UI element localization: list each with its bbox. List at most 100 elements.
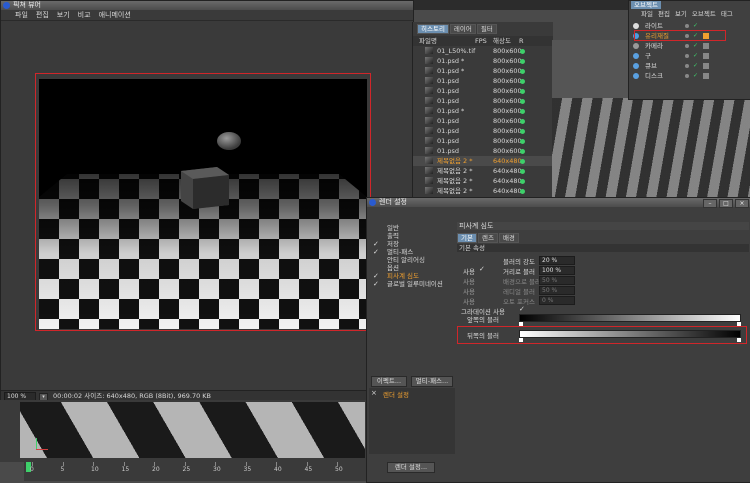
blur-strength-field[interactable]: 20 % bbox=[539, 256, 575, 265]
tab-history[interactable]: 히스토리 bbox=[417, 24, 449, 34]
om-menu-object[interactable]: 오브젝트 bbox=[692, 10, 716, 19]
om-menu-edit[interactable]: 편집 bbox=[658, 10, 670, 19]
history-resolution: 800x600 bbox=[493, 137, 522, 145]
om-menu-view[interactable]: 보기 bbox=[675, 10, 687, 19]
auto-focus-field[interactable]: 0 % bbox=[539, 296, 575, 305]
render-settings-app-icon bbox=[369, 199, 376, 206]
visibility-dot-icon[interactable] bbox=[685, 24, 689, 28]
subtab-lens[interactable]: 렌즈 bbox=[477, 233, 498, 243]
tag-icon[interactable] bbox=[703, 73, 709, 79]
minimize-icon[interactable]: – bbox=[703, 199, 717, 208]
thumbnail bbox=[425, 47, 433, 54]
history-row[interactable]: 제목없음 2 * 640x480 bbox=[413, 186, 553, 196]
history-filename: 01.psd bbox=[437, 97, 459, 105]
use-checkbox-1[interactable]: ✓ bbox=[479, 265, 485, 273]
tag-icon[interactable] bbox=[703, 43, 709, 49]
thumbnail bbox=[425, 107, 433, 114]
status-dot-icon bbox=[520, 59, 525, 64]
gradient-checkbox[interactable]: ✓ bbox=[519, 305, 525, 313]
visibility-dot-icon[interactable] bbox=[685, 54, 689, 58]
visibility-dot-icon[interactable] bbox=[685, 74, 689, 78]
history-row[interactable]: 01.psd 800x600 bbox=[413, 146, 553, 156]
multipass-button[interactable]: 멀티-패스... bbox=[411, 376, 453, 387]
effect-button[interactable]: 이펙트... bbox=[371, 376, 407, 387]
history-row[interactable]: 01.psd 800x600 bbox=[413, 116, 553, 126]
render-settings-titlebar[interactable]: 렌더 설정 – □ × bbox=[367, 198, 750, 208]
history-row[interactable]: 01.psd 800x600 bbox=[413, 96, 553, 106]
tag-icon[interactable] bbox=[703, 63, 709, 69]
radial-blur-field[interactable]: 50 % bbox=[539, 286, 575, 295]
subtab-basic[interactable]: 기본 bbox=[457, 233, 477, 243]
nav-item[interactable]: 저장 bbox=[387, 240, 399, 248]
nav-item[interactable]: 멀티-패스 bbox=[387, 248, 413, 256]
menu-edit[interactable]: 편집 bbox=[36, 10, 49, 20]
object-item[interactable]: 큐브 ✓ bbox=[629, 61, 750, 71]
visibility-dot-icon[interactable] bbox=[685, 44, 689, 48]
nav-check-icon[interactable]: ✓ bbox=[373, 240, 379, 248]
nav-item[interactable]: 일반 bbox=[387, 224, 399, 232]
object-item[interactable]: 구 ✓ bbox=[629, 51, 750, 61]
menu-animation[interactable]: 애니메이션 bbox=[99, 10, 131, 20]
nav-check-icon[interactable]: ✓ bbox=[373, 248, 379, 256]
check-icon[interactable]: ✓ bbox=[693, 51, 698, 61]
col-filename: 파일명 bbox=[419, 37, 437, 45]
history-resolution: 800x600 bbox=[493, 67, 522, 75]
check-icon[interactable]: ✓ bbox=[693, 71, 698, 81]
subtab-background[interactable]: 배경 bbox=[498, 233, 519, 243]
tab-filter[interactable]: 필터 bbox=[476, 24, 497, 34]
render-settings-tree: × 렌더 설정 bbox=[369, 388, 455, 454]
history-row[interactable]: 01.psd * 800x600 bbox=[413, 56, 553, 66]
history-row[interactable]: 01.psd 800x600 bbox=[413, 76, 553, 86]
history-row[interactable]: 01.psd * 800x600 bbox=[413, 66, 553, 76]
history-resolution: 800x600 bbox=[493, 47, 522, 55]
distance-blur-field[interactable]: 100 % bbox=[539, 266, 575, 275]
nav-item[interactable]: 옵션 bbox=[387, 264, 399, 272]
history-resolution: 640x480 bbox=[493, 157, 522, 165]
close-icon[interactable]: × bbox=[735, 199, 749, 208]
nav-item[interactable]: 글로벌 일루미네이션 bbox=[387, 280, 443, 288]
timeline-tick-label: 30 bbox=[213, 466, 221, 473]
tag-icon[interactable] bbox=[703, 53, 709, 59]
thumbnail bbox=[425, 97, 433, 104]
front-blur-gradient[interactable] bbox=[519, 314, 741, 322]
editor-viewport-floor bbox=[552, 98, 750, 200]
history-row[interactable]: 제목없음 2 * 640x480 bbox=[413, 166, 553, 176]
object-item[interactable]: 카메라 ✓ bbox=[629, 41, 750, 51]
tree-item-render-settings[interactable]: 렌더 설정 bbox=[383, 389, 409, 399]
history-filename: 01.psd bbox=[437, 117, 459, 125]
history-row[interactable]: 01_L50%.tif 800x600 bbox=[413, 46, 553, 56]
object-item[interactable]: 디스크 ✓ bbox=[629, 71, 750, 81]
tab-layers[interactable]: 레이어 bbox=[449, 24, 476, 34]
om-menu-tag[interactable]: 태그 bbox=[721, 10, 733, 19]
menu-compare[interactable]: 비교 bbox=[78, 10, 91, 20]
history-row[interactable]: 01.psd 800x600 bbox=[413, 136, 553, 146]
picture-viewer-titlebar[interactable]: 픽쳐 뷰어 bbox=[1, 1, 413, 10]
history-resolution: 800x600 bbox=[493, 117, 522, 125]
check-icon[interactable]: ✓ bbox=[693, 41, 698, 51]
history-row[interactable]: 01.psd * 800x600 bbox=[413, 106, 553, 116]
render-settings-button[interactable]: 렌더 설정... bbox=[387, 462, 435, 473]
visibility-dot-icon[interactable] bbox=[685, 64, 689, 68]
menu-view[interactable]: 보기 bbox=[57, 10, 70, 20]
maximize-icon[interactable]: □ bbox=[719, 199, 733, 208]
history-row[interactable]: 01.psd 800x600 bbox=[413, 126, 553, 136]
nav-item[interactable]: 안티 알리어싱 bbox=[387, 256, 425, 264]
nav-item[interactable]: 피사계 심도 bbox=[387, 272, 419, 280]
tree-close-icon[interactable]: × bbox=[371, 389, 377, 397]
history-row[interactable]: 제목없음 2 * 640x480 bbox=[413, 156, 553, 166]
menu-file[interactable]: 파일 bbox=[15, 10, 28, 20]
nav-item[interactable]: 출력 bbox=[387, 232, 399, 240]
nav-check-icon[interactable]: ✓ bbox=[373, 280, 379, 288]
bg-blur-field[interactable]: 50 % bbox=[539, 276, 575, 285]
thumbnail bbox=[425, 187, 433, 194]
timeline-ruler[interactable]: 0 5 10 15 20 25 30 35 40 45 50 bbox=[24, 462, 370, 481]
history-row[interactable]: 01.psd 800x600 bbox=[413, 86, 553, 96]
check-icon[interactable]: ✓ bbox=[693, 61, 698, 71]
om-menu-file[interactable]: 파일 bbox=[641, 10, 653, 19]
timeline-tick-label: 15 bbox=[121, 466, 130, 473]
timeline-tick-label: 45 bbox=[304, 466, 313, 473]
status-dot-icon bbox=[520, 159, 525, 164]
object-manager-tab[interactable]: 오브젝트 bbox=[631, 1, 661, 9]
history-row[interactable]: 제목없음 2 * 640x480 bbox=[413, 176, 553, 186]
nav-check-icon[interactable]: ✓ bbox=[373, 272, 379, 280]
